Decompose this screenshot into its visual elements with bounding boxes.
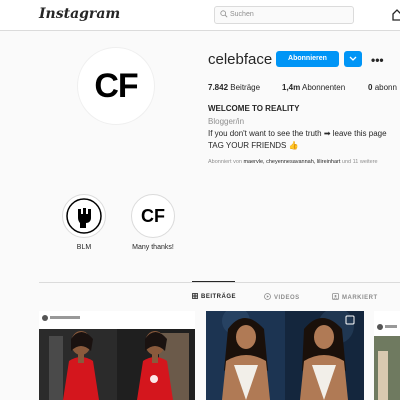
tab-videos[interactable]: VIDEOS — [264, 293, 300, 301]
bio-category: Blogger/in — [208, 117, 245, 126]
post-image — [206, 311, 364, 400]
tab-posts[interactable]: BEITRÄGE — [192, 293, 236, 300]
story-highlight-label: Many thanks! — [132, 244, 174, 251]
search-input[interactable]: Suchen — [214, 6, 354, 24]
post-thumbnail[interactable] — [39, 311, 195, 400]
post-image — [39, 311, 195, 400]
tabs-divider — [39, 282, 400, 283]
search-icon — [220, 10, 228, 18]
story-highlight-many-thanks[interactable]: CF Many thanks! — [131, 194, 175, 251]
home-icon[interactable] — [392, 9, 400, 21]
profile-avatar[interactable]: CF — [77, 47, 155, 125]
profile-username: celebface — [208, 51, 273, 68]
raised-fist-icon — [66, 198, 102, 234]
suggestions-dropdown-button[interactable] — [344, 51, 362, 67]
following-count[interactable]: 0 abonn — [368, 83, 397, 92]
follow-button[interactable]: Abonnieren — [276, 51, 339, 67]
grid-icon — [192, 293, 198, 299]
bio-name: WELCOME TO REALITY — [208, 104, 300, 113]
followers-count[interactable]: 1,4m Abonnenten — [282, 83, 345, 92]
tag-icon — [332, 293, 339, 300]
top-navigation-bar: Instagram Suchen — [0, 0, 400, 31]
tab-tagged[interactable]: MARKIERT — [332, 293, 378, 301]
bio-text-line: TAG YOUR FRIENDS 👍 — [208, 141, 299, 150]
post-thumbnail[interactable] — [374, 311, 400, 400]
followed-by-text[interactable]: Abonniert von maervle, cheyennesavannah,… — [208, 159, 378, 165]
post-thumbnail[interactable] — [206, 311, 364, 400]
instagram-logo[interactable]: Instagram — [39, 6, 120, 22]
profile-avatar-text: CF — [94, 66, 138, 105]
video-icon — [264, 293, 271, 300]
highlight-avatar-text: CF — [141, 205, 165, 226]
chevron-down-icon — [349, 56, 357, 61]
more-options-icon[interactable]: ••• — [371, 53, 384, 67]
bio-text-line: If you don't want to see the truth ➡ lea… — [208, 129, 387, 138]
posts-count: 7.842 Beiträge — [208, 83, 261, 92]
search-placeholder: Suchen — [230, 11, 254, 18]
active-tab-indicator — [192, 281, 235, 282]
post-image — [374, 311, 400, 400]
story-highlight-blm[interactable]: BLM — [62, 194, 106, 251]
